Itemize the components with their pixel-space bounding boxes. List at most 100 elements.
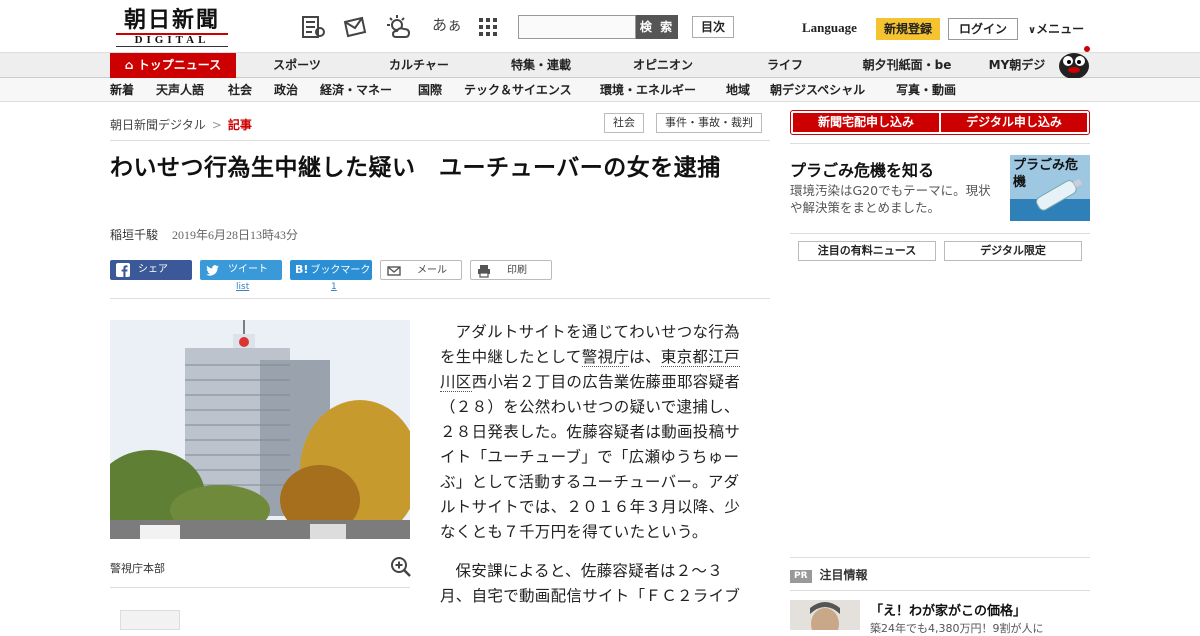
chevron-down-icon: ∨ — [1028, 25, 1037, 36]
photo-caption: 警視庁本部 — [110, 562, 165, 575]
nav2-tech[interactable]: テック＆サイエンス — [464, 78, 572, 102]
tag-incident[interactable]: 事件・事故・裁判 — [656, 113, 762, 133]
nav2-society[interactable]: 社会 — [228, 78, 252, 102]
twitter-icon — [206, 265, 219, 276]
breadcrumb-current: 記事 — [227, 118, 252, 132]
nav-top-news[interactable]: ⌂ トップニュース — [110, 53, 236, 78]
secondary-nav: 新着 天声人語 社会 政治 経済・マネー 国際 テック＆サイエンス 環境・エネル… — [0, 78, 1200, 102]
nav-life[interactable]: ライフ — [746, 53, 824, 78]
pr-heading: PR 注目情報 — [790, 566, 868, 583]
divider — [110, 587, 410, 588]
tab-paid-news[interactable]: 注目の有料ニュース — [798, 241, 936, 261]
site-logo[interactable]: 朝日新聞 DIGITAL — [116, 7, 228, 47]
nav-culture[interactable]: カルチャー — [376, 53, 462, 78]
font-size-icon[interactable]: あぁ — [432, 14, 462, 35]
grid-menu-icon[interactable] — [478, 17, 498, 37]
toc-button[interactable]: 目次 — [692, 16, 734, 38]
twitter-label: ツイート — [228, 264, 268, 275]
nav-features[interactable]: 特集・連載 — [496, 53, 586, 78]
envelope-icon — [387, 266, 401, 276]
hatena-bookmark-button[interactable]: B! ブックマーク — [290, 260, 372, 280]
article-body: アダルトサイトを通じてわいせつな行為を生中継したとして警視庁は、東京都江戸川区西… — [440, 320, 746, 623]
nav-paper[interactable]: 朝夕刊紙面・be — [852, 53, 962, 78]
pr-title[interactable]: 「え！わが家がこの価格」 — [870, 600, 1026, 619]
divider — [110, 298, 770, 299]
divider — [790, 143, 1090, 144]
language-link[interactable]: Language — [802, 20, 857, 36]
pr-heading-label: 注目情報 — [819, 568, 868, 582]
menu-button[interactable]: ∨メニュー — [1028, 20, 1084, 37]
subscription-bar: 新聞宅配申し込み デジタル申し込み — [790, 110, 1090, 135]
article-photo[interactable] — [110, 320, 410, 539]
nav2-international[interactable]: 国際 — [418, 78, 442, 102]
nav2-special[interactable]: 朝デジスペシャル — [770, 78, 865, 102]
nav2-photo[interactable]: 写真・動画 — [896, 78, 956, 102]
hatena-label: ブックマーク — [310, 265, 371, 276]
divider — [790, 233, 1090, 234]
facebook-label: シェア — [138, 264, 168, 275]
author: 稲垣千駿 — [110, 228, 159, 242]
keyword-link[interactable]: 警視庁 — [581, 348, 630, 367]
search-input[interactable] — [518, 15, 636, 39]
twitter-count-link[interactable]: list — [236, 282, 249, 292]
nav2-tensei[interactable]: 天声人語 — [156, 78, 204, 102]
police-hq-photo — [110, 320, 410, 539]
promo-text[interactable]: 環境汚染はG20でもテーマに。現状や解決策をまとめました。 — [790, 182, 1000, 216]
text-run: は、 — [629, 348, 661, 366]
promo-title[interactable]: プラごみ危機を知る — [790, 157, 934, 181]
nav2-politics[interactable]: 政治 — [274, 78, 298, 102]
breadcrumb: 朝日新聞デジタル > 記事 — [110, 116, 252, 133]
nav-opinion[interactable]: オピニオン — [618, 53, 708, 78]
twitter-share-button[interactable]: ツイート — [200, 260, 282, 280]
menu-label: メニュー — [1036, 22, 1085, 36]
weather-icon[interactable] — [386, 14, 412, 40]
hatena-icon: B! — [295, 263, 309, 276]
mail-share-button[interactable]: メール — [380, 260, 462, 280]
text-run: 西小岩２丁目の広告業佐藤亜耶容疑者（２８）を公然わいせつの疑いで逮捕し、２８日発… — [440, 373, 741, 541]
tag-society[interactable]: 社会 — [604, 113, 644, 133]
related-thumbnail[interactable] — [120, 610, 180, 630]
keyword-link[interactable]: 東京都 — [660, 348, 709, 367]
hatena-count-link[interactable]: 1 — [331, 282, 337, 292]
facebook-icon — [116, 263, 130, 277]
logo-jp: 朝日新聞 — [123, 7, 220, 33]
paper-subscribe-button[interactable]: 新聞宅配申し込み — [793, 113, 939, 132]
mail-label: メール — [417, 265, 447, 276]
pr-subtitle[interactable]: 築24年でも4,380万円！9割が人に — [870, 620, 1044, 636]
nav2-environment[interactable]: 環境・エネルギー — [600, 78, 696, 102]
print-button[interactable]: 印刷 — [470, 260, 552, 280]
article-paragraph: 保安課によると、佐藤容疑者は２～３月、自宅で動画配信サイト「ＦＣ２ライブ — [440, 562, 741, 605]
pr-image[interactable] — [790, 600, 860, 630]
digital-subscribe-button[interactable]: デジタル申し込み — [941, 113, 1087, 132]
tab-digital-only[interactable]: デジタル限定 — [944, 241, 1082, 261]
nav2-economy[interactable]: 経済・マネー — [320, 78, 392, 102]
promo-image[interactable]: プラごみ危機 — [1010, 155, 1090, 221]
signup-button[interactable]: 新規登録 — [876, 18, 940, 40]
mail-notice-icon[interactable] — [342, 14, 368, 40]
facebook-share-button[interactable]: シェア — [110, 260, 192, 280]
article-headline: わいせつ行為生中継した疑い ユーチューバーの女を逮捕 — [110, 155, 721, 181]
home-icon: ⌂ — [124, 58, 138, 72]
nav-my-asahi[interactable]: MY朝デジ — [980, 53, 1054, 78]
zoom-in-icon[interactable] — [390, 556, 412, 578]
nav-top-label: トップニュース — [137, 58, 222, 72]
nav2-region[interactable]: 地域 — [726, 78, 750, 102]
pr-badge: PR — [790, 570, 812, 583]
logo-en: DIGITAL — [116, 33, 228, 47]
breadcrumb-home[interactable]: 朝日新聞デジタル — [110, 118, 206, 132]
primary-nav: ⌂ トップニュース スポーツ カルチャー 特集・連載 オピニオン ライフ 朝夕刊… — [0, 52, 1200, 78]
byline: 稲垣千駿 2019年6月28日13時43分 — [110, 226, 298, 243]
article-paragraph: アダルトサイトを通じてわいせつな行為を生中継したとして警視庁は、東京都江戸川区西… — [440, 320, 746, 545]
printer-icon — [478, 265, 490, 278]
mascot-icon[interactable] — [1054, 44, 1092, 80]
divider — [790, 557, 1090, 558]
person-photo — [790, 600, 860, 630]
newspaper-icon[interactable] — [300, 14, 326, 40]
publish-date: 2019年6月28日13時43分 — [172, 228, 299, 242]
site-header: 朝日新聞 DIGITAL あぁ 検 索 目次 Language 新規登録 ログイ… — [0, 0, 1200, 52]
nav-sports[interactable]: スポーツ — [254, 53, 340, 78]
nav2-new[interactable]: 新着 — [110, 78, 134, 102]
breadcrumb-sep: > — [211, 118, 222, 132]
login-button[interactable]: ログイン — [948, 18, 1018, 40]
search-button[interactable]: 検 索 — [636, 15, 678, 39]
